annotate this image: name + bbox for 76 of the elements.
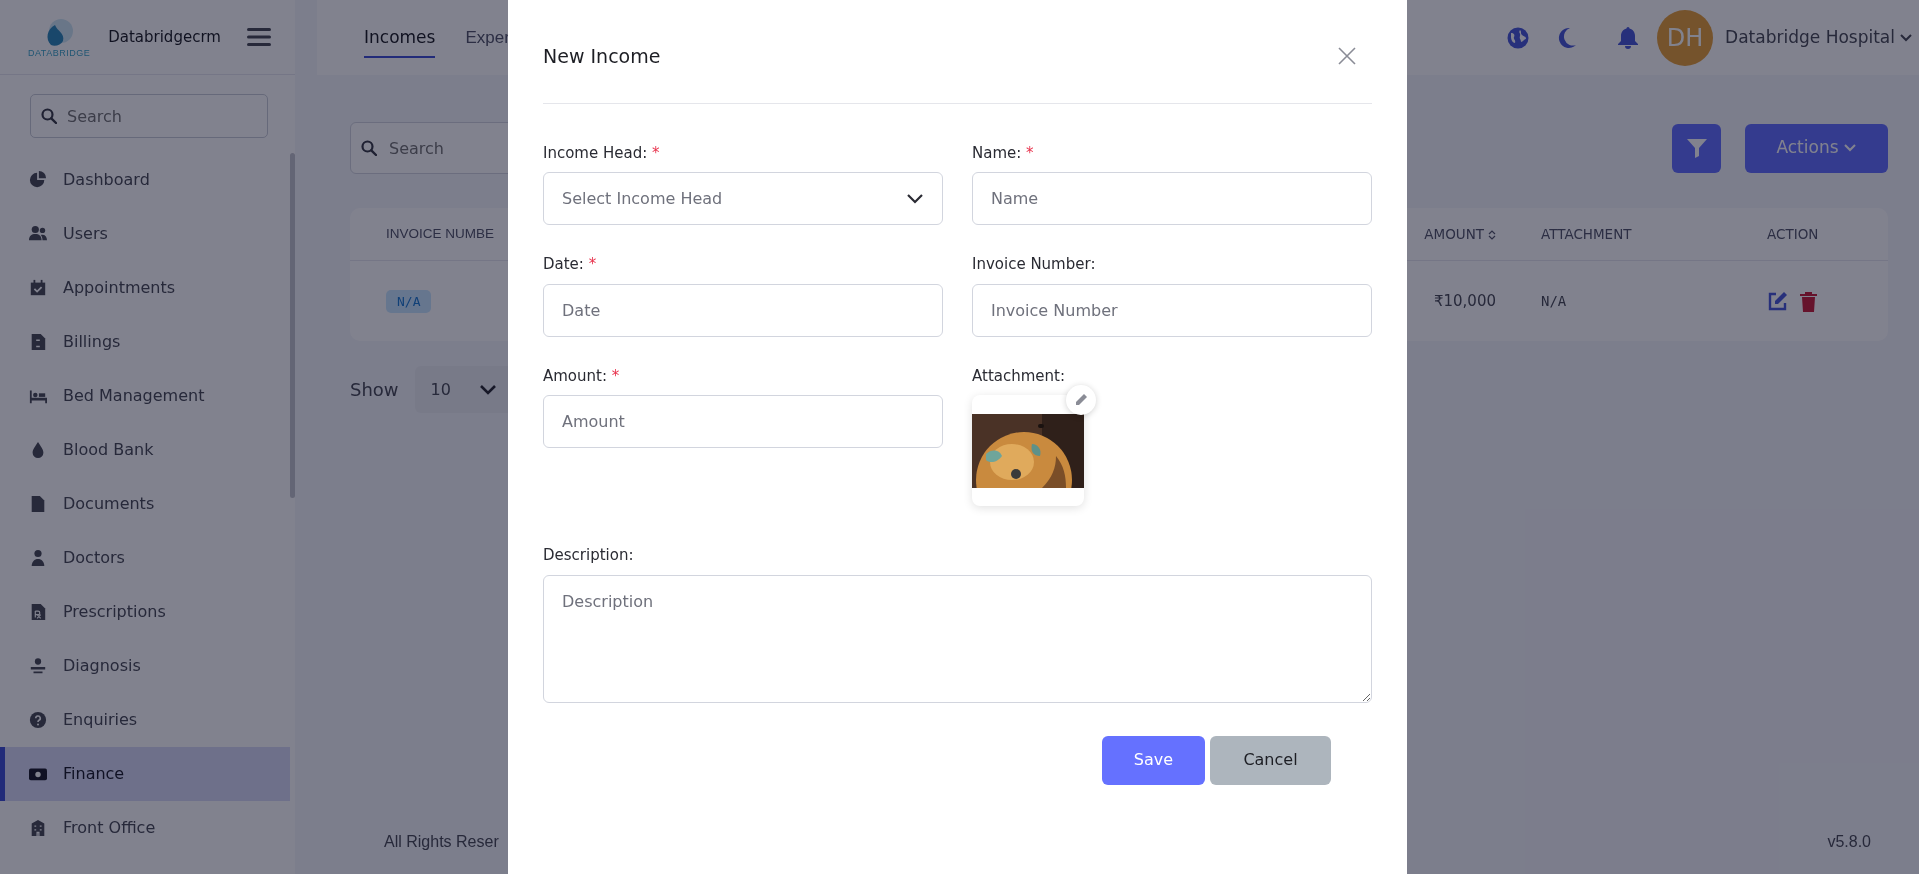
sidebar-item[interactable]: Documents [0, 477, 290, 531]
trash-icon[interactable] [1799, 290, 1818, 312]
tab[interactable]: Exper [465, 16, 510, 59]
sidebar-item[interactable]: Billings [0, 315, 290, 369]
globe-icon[interactable] [1507, 26, 1530, 49]
input-field[interactable]: Amount [543, 395, 943, 449]
table-cell: ₹10,000 [1433, 291, 1496, 310]
attachment-thumbnail[interactable] [972, 395, 1084, 507]
sidebar-item[interactable]: Finance [0, 747, 290, 801]
doctor-icon [29, 549, 47, 567]
edit-icon[interactable] [1767, 291, 1789, 312]
actions-button[interactable]: Actions [1745, 123, 1888, 173]
logo-text: DATABRIDGE [28, 48, 91, 58]
input-field[interactable]: Name [972, 172, 1372, 226]
sidebar-item[interactable]: Diagnosis [0, 639, 290, 693]
pie-chart-icon [29, 171, 47, 189]
chevron-down-icon [906, 192, 924, 205]
diagnosis-icon [29, 657, 47, 675]
calendar-icon [29, 279, 47, 297]
invoice-badge: N/A [386, 289, 432, 313]
pencil-icon [1074, 393, 1088, 408]
menu-icon[interactable] [246, 27, 271, 47]
table-cell: N/A [1541, 292, 1567, 309]
chevron-down-icon[interactable] [1899, 32, 1913, 43]
sidebar-item[interactable]: Bed Management [0, 369, 290, 423]
document-icon [29, 495, 47, 513]
field-label: Description: [543, 545, 635, 567]
sort-icon[interactable] [1488, 228, 1496, 241]
users-icon [29, 225, 47, 243]
sidebar-item[interactable]: Appointments [0, 261, 290, 315]
sidebar-item[interactable]: Doctors [0, 531, 290, 585]
save-button[interactable]: Save [1102, 735, 1205, 785]
income-head-select[interactable]: Select Income Head [543, 172, 943, 226]
field-label: Amount: * [543, 365, 621, 387]
sidebar-item[interactable]: Blood Bank [0, 423, 290, 477]
copyright-text: All Rights Reser [384, 832, 499, 852]
chevron-down-icon [478, 383, 497, 396]
invoice-icon [29, 333, 47, 351]
column-header[interactable]: INVOICE NUMBE [386, 226, 494, 242]
cancel-button[interactable]: Cancel [1210, 735, 1331, 785]
search-field[interactable]: Search [30, 94, 268, 138]
bell-icon[interactable] [1617, 25, 1640, 50]
field-label: Income Head: * [543, 142, 661, 164]
input-field[interactable]: Invoice Number [972, 283, 1372, 337]
version-text: v5.8.0 [1827, 832, 1871, 852]
sidebar-item[interactable]: Front Office [0, 801, 290, 855]
column-header[interactable]: ATTACHMENT [1541, 225, 1632, 242]
column-header[interactable]: AMOUNT [1424, 225, 1484, 242]
building-icon [29, 819, 47, 837]
sidebar-item[interactable]: Dashboard [0, 153, 290, 207]
field-label: Name: * [972, 142, 1035, 164]
sidebar-item[interactable]: Enquiries [0, 693, 290, 747]
sidebar-item[interactable]: Users [0, 207, 290, 261]
sidebar-item[interactable]: Prescriptions [0, 585, 290, 639]
input-field[interactable]: Date [543, 283, 943, 337]
modal-title: New Income [543, 45, 661, 68]
user-name[interactable]: Databridge Hospital [1725, 24, 1895, 51]
question-icon [29, 711, 47, 729]
moon-icon[interactable] [1557, 26, 1578, 49]
close-icon[interactable] [1338, 47, 1356, 66]
brand-name: Databridgecrm [108, 26, 221, 48]
search-icon [361, 140, 377, 156]
description-field[interactable]: Description [543, 574, 1372, 703]
search-icon [41, 108, 57, 124]
tab[interactable]: Incomes [364, 16, 436, 59]
field-label: Attachment: [972, 365, 1066, 387]
field-label: Date: * [543, 254, 598, 276]
prescription-icon [29, 603, 47, 621]
column-header[interactable]: ACTION [1767, 225, 1819, 242]
scrollbar[interactable] [290, 153, 295, 498]
field-label: Invoice Number: [972, 254, 1097, 276]
filter-button[interactable] [1672, 123, 1721, 173]
edit-button[interactable] [1066, 385, 1096, 416]
show-label: Show [350, 378, 399, 402]
chevron-down-icon [1842, 143, 1857, 153]
filter-icon [1685, 137, 1708, 159]
